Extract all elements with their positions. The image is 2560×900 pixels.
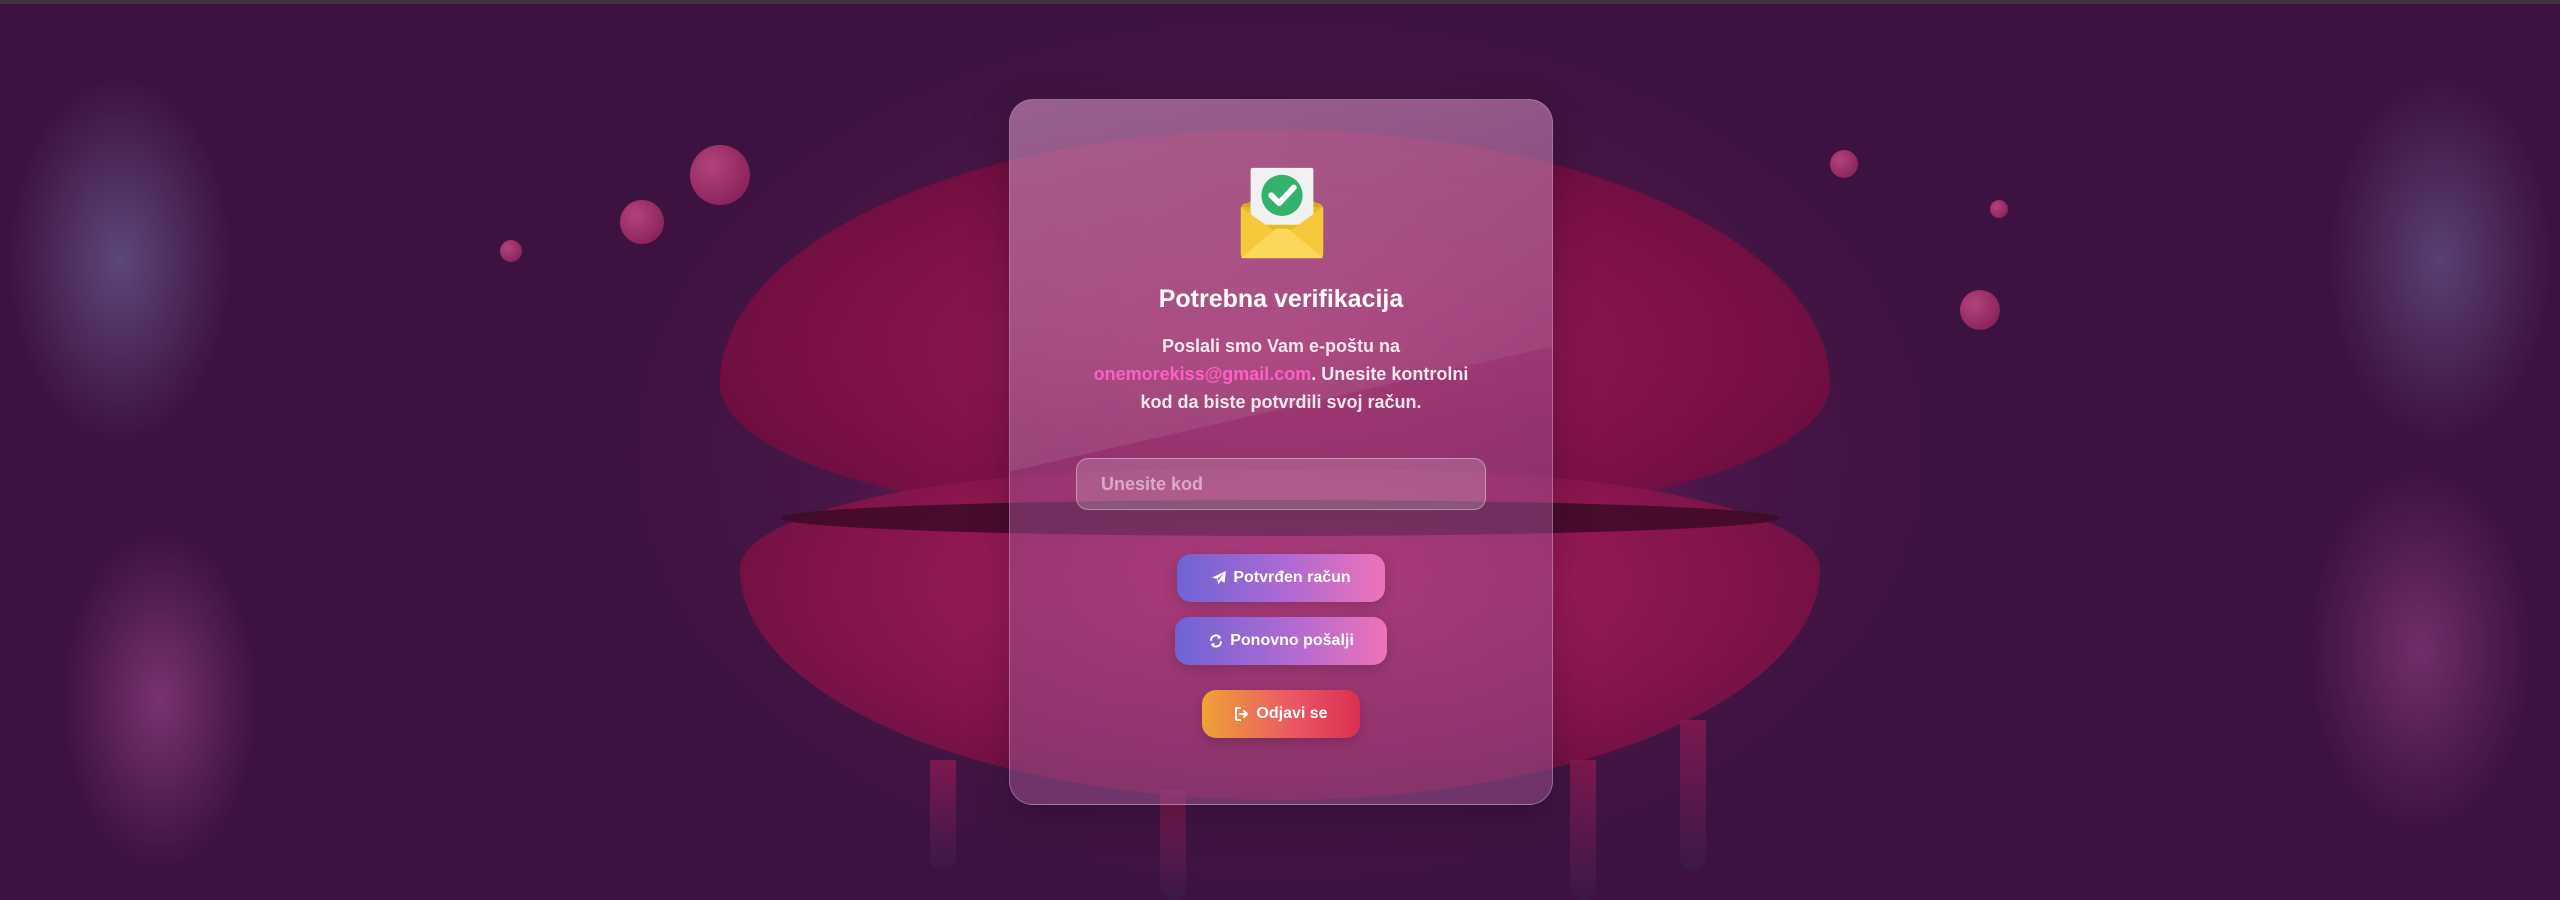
envelope-check-icon bbox=[1240, 167, 1324, 259]
splash-decoration bbox=[1960, 290, 2000, 330]
logout-label: Odjavi se bbox=[1256, 705, 1328, 722]
resend-code-button[interactable]: Ponovno pošalji bbox=[1175, 617, 1387, 665]
verification-page: Potrebna verifikacija Poslali smo Vam e-… bbox=[0, 0, 2560, 900]
splash-decoration bbox=[500, 240, 522, 262]
refresh-icon bbox=[1210, 634, 1223, 648]
splash-decoration bbox=[1830, 150, 1858, 178]
drip-decoration bbox=[1680, 720, 1706, 870]
message-text: Poslali smo Vam e-poštu na bbox=[1161, 336, 1401, 356]
verification-message: Poslali smo Vam e-poštu na onemorekiss@g… bbox=[1080, 332, 1482, 416]
page-title: Potrebna verifikacija bbox=[1158, 285, 1404, 313]
verify-account-label: Potvrđen račun bbox=[1233, 569, 1351, 586]
splash-decoration bbox=[620, 200, 664, 244]
verification-card: Potrebna verifikacija Poslali smo Vam e-… bbox=[1009, 99, 1553, 805]
verification-code-input[interactable] bbox=[1076, 458, 1486, 510]
verify-account-button[interactable]: Potvrđen račun bbox=[1177, 554, 1385, 602]
splash-decoration bbox=[1990, 200, 2008, 218]
top-border bbox=[0, 0, 2560, 4]
email-address: onemorekiss@gmail.com bbox=[1093, 364, 1312, 384]
splash-decoration bbox=[690, 145, 750, 205]
drip-decoration bbox=[1570, 760, 1596, 900]
logout-button[interactable]: Odjavi se bbox=[1202, 690, 1360, 738]
paper-plane-icon bbox=[1212, 571, 1227, 585]
drip-decoration bbox=[1160, 790, 1186, 900]
drip-decoration bbox=[930, 760, 956, 870]
resend-code-label: Ponovno pošalji bbox=[1230, 632, 1354, 649]
sign-out-icon bbox=[1235, 707, 1249, 721]
